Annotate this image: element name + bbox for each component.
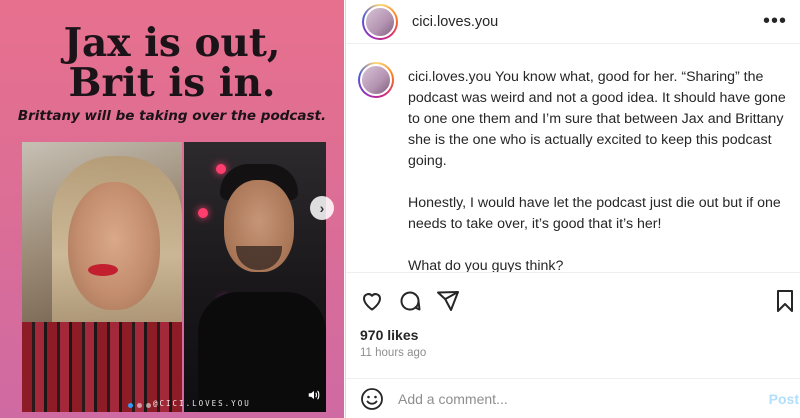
comment-bar: Post xyxy=(346,378,800,418)
action-bar xyxy=(346,272,800,322)
like-button[interactable] xyxy=(360,289,384,313)
carousel-dot xyxy=(146,403,151,408)
caption-body: You know what, good for her. “Sharing” t… xyxy=(408,69,786,272)
carousel-indicator xyxy=(128,403,151,408)
neon-light xyxy=(198,208,208,218)
photo-brittany xyxy=(22,142,182,412)
share-icon xyxy=(437,291,459,311)
more-options-button[interactable]: ••• xyxy=(763,10,787,33)
post-comment-button[interactable]: Post xyxy=(769,391,799,407)
caption-username[interactable]: cici.loves.you xyxy=(408,68,491,84)
caption-text: cici.loves.you You know what, good for h… xyxy=(408,66,786,272)
share-button[interactable] xyxy=(436,289,460,313)
post-header: cici.loves.you ••• xyxy=(346,0,800,44)
face xyxy=(68,182,160,310)
media-headline-line1: Jax is out, xyxy=(63,20,281,66)
author-username[interactable]: cici.loves.you xyxy=(412,14,498,30)
heart-icon xyxy=(363,293,381,311)
carousel-dot xyxy=(137,403,142,408)
caption-avatar[interactable] xyxy=(358,62,394,98)
post-timestamp[interactable]: 11 hours ago xyxy=(360,347,426,359)
comment-button[interactable] xyxy=(398,289,422,313)
comment-input[interactable] xyxy=(398,388,738,410)
speaker-icon xyxy=(308,390,320,400)
mute-button[interactable] xyxy=(305,386,323,404)
like-count[interactable]: 970 likes xyxy=(360,327,418,343)
chevron-right-icon: › xyxy=(319,200,325,216)
emoji-icon xyxy=(361,388,383,410)
media-watermark: @CICI.LOVES.YOU xyxy=(153,399,251,408)
bookmark-icon xyxy=(777,290,793,312)
media-subline: Brittany will be taking over the podcast… xyxy=(17,108,327,124)
comment-icon xyxy=(400,291,421,311)
post-media[interactable]: Jax is out, Brit is in. Brittany will be… xyxy=(0,0,344,418)
photo-jax xyxy=(184,142,326,412)
media-headline-line2: Brit is in. xyxy=(68,60,276,106)
emoji-button[interactable] xyxy=(360,387,384,411)
save-button[interactable] xyxy=(773,289,797,313)
carousel-next-button[interactable]: › xyxy=(310,196,334,220)
post-sidebar: cici.loves.you ••• cici.loves.you You kn… xyxy=(345,0,800,418)
carousel-dot-active xyxy=(128,403,133,408)
caption-area: cici.loves.you You know what, good for h… xyxy=(346,56,800,272)
author-avatar[interactable] xyxy=(362,4,398,40)
lips xyxy=(88,264,118,276)
neon-light xyxy=(216,164,226,174)
